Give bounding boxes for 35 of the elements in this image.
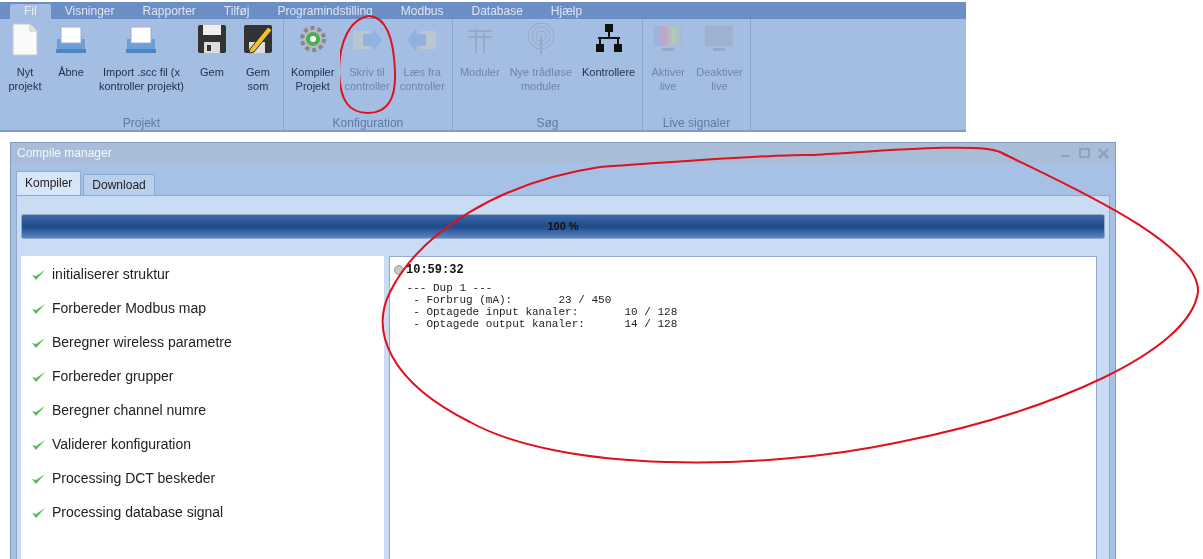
ribbon-button[interactable]: Kompiler Projekt — [288, 21, 338, 93]
ribbon-button[interactable]: Gem — [191, 21, 233, 79]
menu-tab[interactable]: Fil — [10, 4, 51, 19]
menu-tab[interactable]: Rapporter — [128, 4, 210, 19]
ribbon-button[interactable]: Åbne — [50, 21, 92, 79]
step-label: Processing DCT beskeder — [52, 469, 216, 488]
menu-tab[interactable]: Database — [457, 4, 537, 19]
ribbon-button[interactable]: Kontrollere — [579, 21, 639, 79]
log-text: --- Dup 1 --- - Forbrug (mA): 23 / 450 - Optagede input kanaler: 10 / 128 - Optagede output kanaler: 14 / 128 — [405, 282, 679, 330]
ribbon-button[interactable]: Gem som — [237, 21, 279, 93]
step-label: initialiserer struktur — [52, 265, 170, 284]
close-icon[interactable] — [1098, 147, 1109, 159]
menu-tab[interactable]: Visninger — [50, 4, 129, 19]
group-label: Live signaler — [661, 115, 732, 130]
progress-bar: 100 % — [21, 214, 1105, 239]
ribbon-button[interactable]: Import .scc fil (x kontroller projekt) — [96, 21, 187, 93]
step-label: Beregner wireless parametre — [52, 333, 232, 352]
step-label: Forbereder Modbus map — [52, 299, 207, 318]
tab[interactable]: Kompiler — [16, 171, 82, 195]
maximize-icon[interactable] — [1079, 148, 1090, 158]
tab[interactable]: Download — [83, 174, 155, 195]
menu-tab[interactable]: Programindstilling — [263, 4, 387, 19]
log-time: 10:59:32 — [406, 262, 464, 279]
group-label: Konfiguration — [331, 115, 405, 130]
group-label: Søg — [535, 115, 560, 130]
step-label: Forbereder grupper — [52, 367, 174, 386]
step-label: Processing database signal — [52, 503, 224, 522]
menu-tab[interactable]: Modbus — [386, 4, 458, 19]
group-label: Projekt — [121, 115, 162, 130]
step-label: Validerer konfiguration — [52, 435, 192, 454]
menu-tab[interactable]: Tilføj — [209, 4, 264, 19]
step-label: Beregner channel numre — [52, 401, 207, 420]
menu-tab[interactable]: Hjælp — [536, 4, 597, 19]
ribbon-button[interactable]: Nyt projekt — [4, 21, 46, 93]
window-title: Compile manager — [17, 145, 113, 162]
